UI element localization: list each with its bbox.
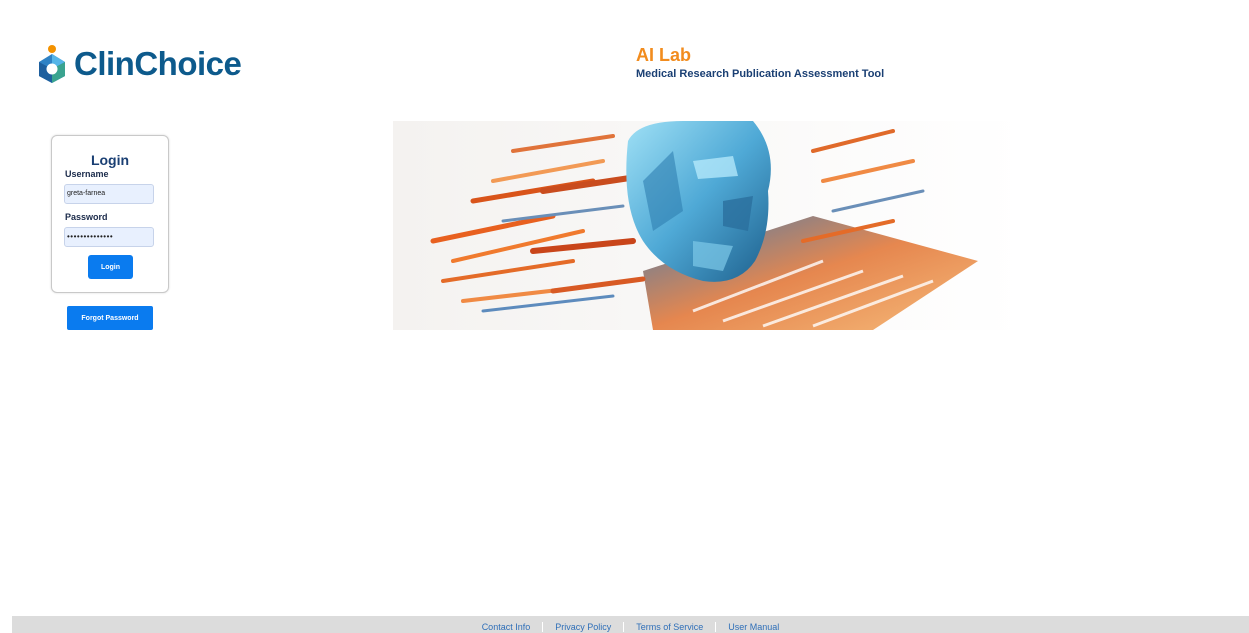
login-title: Login <box>90 152 130 168</box>
footer-links: Contact Info Privacy Policy Terms of Ser… <box>12 622 1249 632</box>
username-label: Username <box>65 169 109 179</box>
clinchoice-logo-icon <box>36 44 68 84</box>
username-input[interactable]: greta-farnea <box>64 184 154 204</box>
footer-link-privacy-policy[interactable]: Privacy Policy <box>543 622 623 632</box>
password-label: Password <box>65 212 108 222</box>
login-form: Login Username greta-farnea Password •••… <box>51 135 169 293</box>
login-button[interactable]: Login <box>88 255 133 279</box>
app-title: AI Lab <box>636 45 692 65</box>
footer-link-terms-of-service[interactable]: Terms of Service <box>624 622 715 632</box>
brand-name: ClinChoice <box>74 45 242 82</box>
brand-logo: ClinChoice <box>36 44 242 84</box>
hero-illustration <box>393 121 1024 330</box>
password-input[interactable]: •••••••••••••• <box>64 227 154 247</box>
app-subtitle: Medical Research Publication Assessment … <box>636 68 885 80</box>
footer-link-user-manual[interactable]: User Manual <box>716 622 791 632</box>
footer: Contact Info Privacy Policy Terms of Ser… <box>12 616 1249 633</box>
page-header: AI Lab Medical Research Publication Asse… <box>636 44 884 82</box>
forgot-password-button[interactable]: Forgot Password <box>67 306 153 330</box>
footer-link-contact-info[interactable]: Contact Info <box>470 622 543 632</box>
